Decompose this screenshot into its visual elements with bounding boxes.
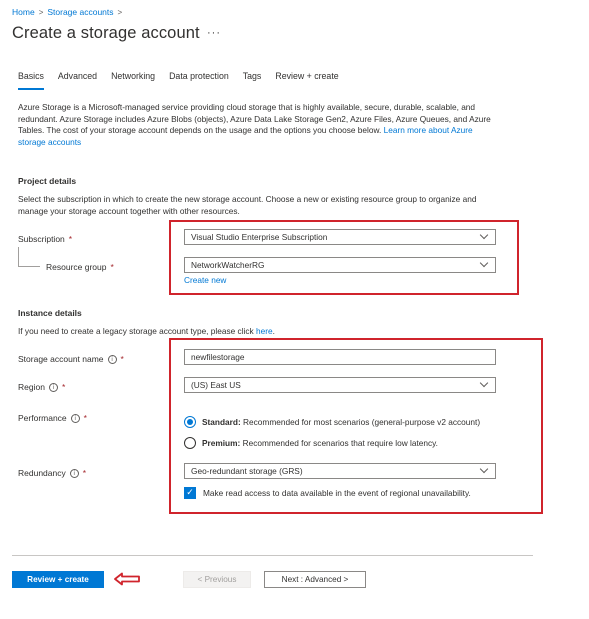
legacy-here-link[interactable]: here	[256, 326, 273, 336]
tab-review-create[interactable]: Review + create	[275, 71, 338, 90]
instance-details-heading: Instance details	[18, 308, 82, 318]
instance-details-description: If you need to create a legacy storage a…	[18, 326, 498, 338]
footer-divider	[12, 555, 533, 556]
legacy-period: .	[272, 326, 275, 336]
legacy-text: If you need to create a legacy storage a…	[18, 326, 256, 336]
tab-networking[interactable]: Networking	[111, 71, 155, 90]
required-marker: *	[61, 382, 66, 392]
storage-account-name-label: Storage account name i *	[18, 354, 124, 364]
required-marker: *	[82, 468, 87, 478]
subscription-label: Subscription *	[18, 234, 72, 244]
breadcrumb-storage-accounts-link[interactable]: Storage accounts	[47, 7, 113, 17]
project-details-heading: Project details	[18, 176, 77, 186]
project-details-description: Select the subscription in which to crea…	[18, 194, 477, 216]
performance-label-text: Performance	[18, 413, 67, 423]
region-label: Region i *	[18, 382, 65, 392]
resource-group-label-text: Resource group	[46, 262, 107, 272]
intro-description: Azure Storage is a Microsoft-managed ser…	[18, 102, 496, 148]
required-marker: *	[120, 354, 124, 364]
previous-button[interactable]: < Previous	[183, 571, 251, 588]
redundancy-label: Redundancy i *	[18, 468, 86, 478]
subscription-label-text: Subscription	[18, 234, 65, 244]
storage-account-name-label-text: Storage account name	[18, 354, 104, 364]
breadcrumb-home-link[interactable]: Home	[12, 7, 35, 17]
redundancy-label-text: Redundancy	[18, 468, 66, 478]
info-icon[interactable]: i	[107, 354, 117, 364]
page-title: Create a storage account	[12, 24, 200, 42]
tree-connector-horizontal	[18, 266, 40, 267]
highlight-box-instance	[169, 338, 543, 514]
info-icon[interactable]: i	[48, 382, 58, 392]
tab-advanced[interactable]: Advanced	[58, 71, 97, 90]
tab-basics[interactable]: Basics	[18, 71, 44, 90]
required-marker: *	[110, 262, 114, 272]
required-marker: *	[68, 234, 73, 244]
tab-tags[interactable]: Tags	[243, 71, 262, 90]
next-advanced-button[interactable]: Next : Advanced >	[264, 571, 366, 588]
highlight-box-project	[169, 220, 519, 295]
required-marker: *	[83, 413, 87, 423]
tab-bar: Basics Advanced Networking Data protecti…	[18, 71, 353, 90]
more-options-icon[interactable]: ···	[207, 27, 221, 39]
tab-data-protection[interactable]: Data protection	[169, 71, 229, 90]
region-label-text: Region	[18, 382, 45, 392]
breadcrumb: Home > Storage accounts >	[12, 7, 122, 17]
performance-label: Performance i *	[18, 413, 87, 423]
tree-connector-vertical	[18, 247, 19, 266]
review-create-button[interactable]: Review + create	[12, 571, 104, 588]
arrow-left-icon	[114, 572, 140, 586]
resource-group-label: Resource group *	[46, 262, 114, 272]
info-icon[interactable]: i	[69, 468, 79, 478]
info-icon[interactable]: i	[70, 413, 80, 423]
breadcrumb-separator: >	[117, 7, 123, 17]
breadcrumb-separator: >	[38, 7, 44, 17]
